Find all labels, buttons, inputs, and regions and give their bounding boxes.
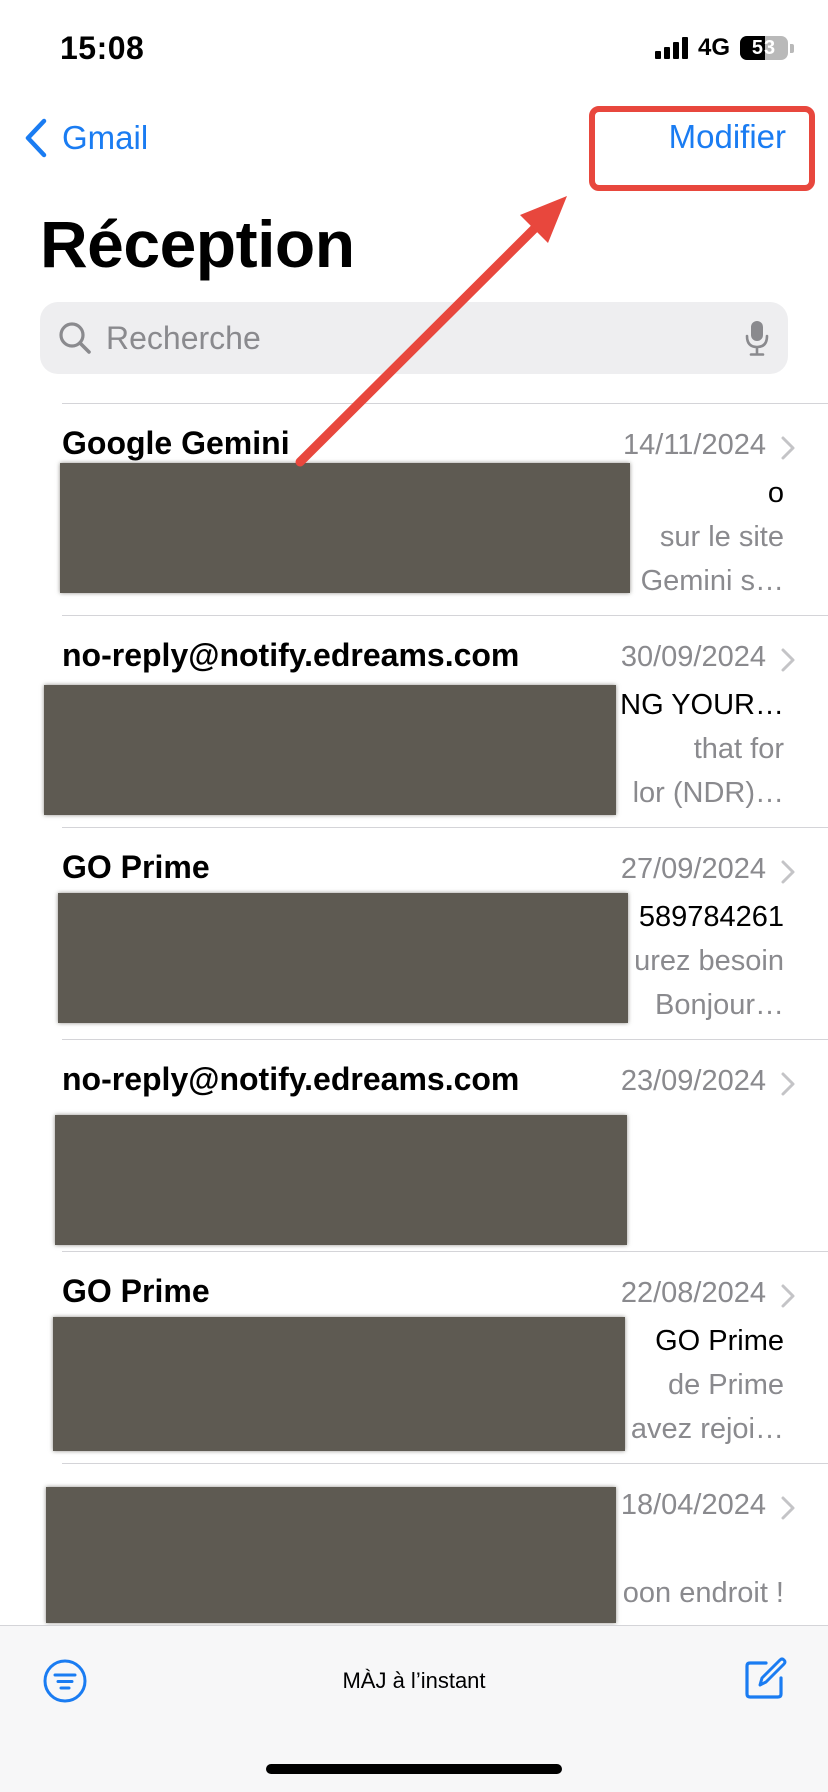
mail-sender: GO Prime [62,849,210,885]
mail-row[interactable]: no-reply@notify.edreams.com 30/09/2024 N… [0,615,828,827]
cellular-signal-icon [654,37,688,59]
mail-preview-line: Bonjour… [655,989,784,1021]
mail-sender: no-reply@notify.edreams.com [62,1061,520,1097]
search-bar[interactable] [40,302,788,374]
mail-date: 18/04/2024 [620,1489,766,1521]
redaction-block [55,1115,627,1245]
mail-sender: Google Gemini [62,425,290,461]
redaction-block [60,463,630,593]
redaction-block [58,893,628,1023]
microphone-icon[interactable] [744,319,770,357]
home-indicator [266,1764,562,1774]
status-bar: 15:08 4G 53 [0,0,828,100]
compose-icon[interactable] [742,1656,788,1702]
chevron-right-icon [781,648,795,672]
mail-subject: o [767,477,784,509]
battery-nub [790,43,794,53]
battery-icon: 53 [740,36,788,60]
chevron-right-icon [781,1284,795,1308]
mail-preview-line: oon endroit ! [622,1577,784,1609]
status-time: 15:08 [60,30,145,66]
mail-sender: GO Prime [62,1273,210,1309]
mail-row[interactable]: GO Prime 27/09/2024 589784261 urez besoi… [0,827,828,1039]
chevron-right-icon [781,860,795,884]
mail-preview-line: that for [693,733,784,765]
mail-preview-line: avez rejoi… [630,1413,784,1445]
edit-button[interactable]: Modifier [669,118,786,156]
mail-preview-line: de Prime [667,1369,784,1401]
mail-preview-line: urez besoin [634,945,784,977]
mail-preview-line: lor (NDR)… [632,777,784,809]
mail-subject: 589784261 [638,901,784,933]
mail-row[interactable]: Google Gemini 14/11/2024 o sur le site G… [0,403,828,615]
mail-row[interactable]: no-reply@notify.edreams.com 23/09/2024 [0,1039,828,1251]
bottom-toolbar: MÀJ à l’instant [0,1625,828,1792]
back-button[interactable]: Gmail [24,118,148,158]
mail-row[interactable]: GO Prime 22/08/2024 GO Prime de Prime av… [0,1251,828,1463]
redaction-block [44,685,616,815]
search-input[interactable] [106,319,744,357]
mail-subject: GO Prime [655,1325,784,1357]
page-title: Réception [40,207,355,281]
mail-date: 23/09/2024 [620,1065,766,1097]
status-indicators: 4G 53 [654,34,794,62]
mail-list: Google Gemini 14/11/2024 o sur le site G… [0,403,828,1675]
update-status: MÀJ à l’instant [342,1668,486,1693]
network-type: 4G [697,34,730,61]
back-label: Gmail [62,119,149,156]
mail-preview-line: sur le site [659,521,784,553]
battery-level: 53 [751,37,777,59]
chevron-right-icon [781,1072,795,1096]
redaction-block [46,1487,616,1623]
navigation-bar: Gmail Modifier [0,100,828,180]
chevron-right-icon [781,1496,795,1520]
mail-date: 27/09/2024 [620,853,766,885]
redaction-block [53,1317,625,1451]
mail-preview-line: Gemini s… [640,565,784,597]
mail-subject: NG YOUR… [620,689,784,721]
mail-date: 30/09/2024 [620,641,766,673]
chevron-left-icon [25,118,47,158]
mail-date: 14/11/2024 [623,429,766,461]
search-icon [59,322,91,354]
mail-sender: no-reply@notify.edreams.com [62,637,520,673]
chevron-right-icon [781,436,795,460]
mail-date: 22/08/2024 [620,1277,766,1309]
